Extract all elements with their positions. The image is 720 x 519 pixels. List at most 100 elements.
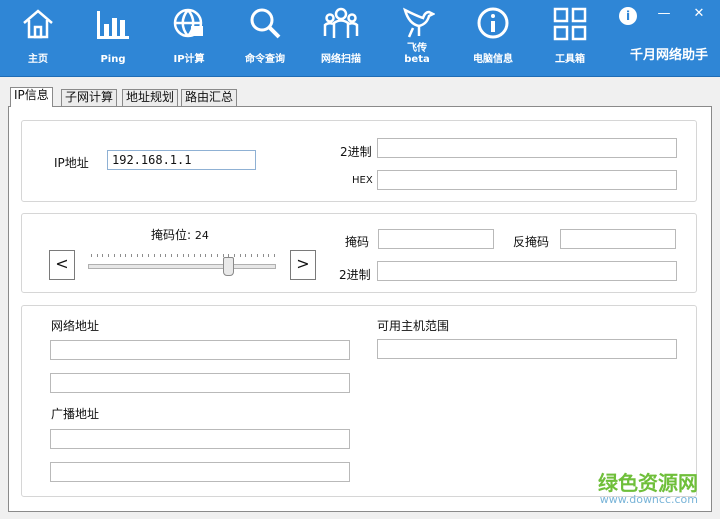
host-range-label: 可用主机范围 xyxy=(377,319,450,333)
slider-tick xyxy=(97,254,98,257)
mask-field[interactable] xyxy=(378,229,494,249)
network-address-label: 网络地址 xyxy=(51,319,100,333)
slider-ticks xyxy=(91,254,275,258)
slider-tick xyxy=(142,254,143,257)
toolbar-network-scan-button[interactable]: 网络扫描 xyxy=(307,0,375,76)
network-address-field-2[interactable] xyxy=(50,373,350,393)
toolbar-home-label: 主页 xyxy=(28,54,48,65)
slider-tick xyxy=(274,254,275,257)
close-button[interactable]: ✕ xyxy=(690,6,708,21)
globe-icon xyxy=(173,8,203,38)
slider-tick xyxy=(188,254,189,257)
slider-track xyxy=(88,264,276,269)
toolbar-home-button[interactable]: 主页 xyxy=(4,0,72,76)
ip-address-label: IP地址 xyxy=(54,156,89,170)
mask-binary-label: 2进制 xyxy=(339,268,371,282)
slider-tick xyxy=(171,254,172,257)
network-address-field-1[interactable] xyxy=(50,340,350,360)
slider-tick xyxy=(211,254,212,257)
watermark-logo-text: 绿色资源网 xyxy=(598,471,698,495)
toolbar-ping-button[interactable]: Ping xyxy=(79,0,147,76)
toolbar-pc-info-label: 电脑信息 xyxy=(473,54,513,65)
mask-label: 掩码 xyxy=(345,235,370,249)
slider-tick xyxy=(194,254,195,257)
inverse-mask-field[interactable] xyxy=(560,229,676,249)
slider-tick xyxy=(160,254,161,257)
slider-tick xyxy=(234,254,235,257)
slider-tick xyxy=(131,254,132,257)
main-area: IP信息 子网计算 地址规划 路由汇总 IP地址 192.168.1.1 2进制… xyxy=(0,76,720,519)
mask-increase-button[interactable]: > xyxy=(290,250,316,280)
result-group: 网络地址 广播地址 可用主机范围 xyxy=(21,305,697,497)
ip-binary-label: 2进制 xyxy=(340,145,372,159)
slider-tick xyxy=(102,254,103,257)
app-brand-title: 千月网络助手 xyxy=(629,48,708,63)
mask-group: 掩码位: 24 < > 掩码 反掩码 2进制 xyxy=(21,213,697,293)
tab-address-plan[interactable]: 地址规划 xyxy=(122,89,179,106)
ip-hex-field[interactable] xyxy=(377,170,677,190)
slider-tick xyxy=(251,254,252,257)
watermark-url: www.downcc.com xyxy=(599,493,698,506)
slider-tick xyxy=(200,254,201,257)
top-toolbar: 主页 Ping IP计算 命令查询 网络扫描 飞传 beta 电脑信息 工具箱 … xyxy=(0,0,720,76)
about-info-button[interactable]: i xyxy=(619,7,637,25)
broadcast-address-label: 广播地址 xyxy=(51,407,100,421)
ip-hex-label: HEX xyxy=(352,175,373,186)
info-icon xyxy=(477,7,509,39)
toolbar-ip-calc-button[interactable]: IP计算 xyxy=(155,0,223,76)
toolbar-network-scan-label: 网络扫描 xyxy=(321,54,361,65)
slider-tick xyxy=(263,254,264,257)
search-icon xyxy=(250,8,281,39)
grid-icon xyxy=(553,7,587,41)
mask-bits-value: 24 xyxy=(194,229,209,242)
mask-binary-field[interactable] xyxy=(377,261,677,281)
broadcast-address-field-2[interactable] xyxy=(50,462,350,482)
slider-tick xyxy=(183,254,184,257)
mask-bits-label: 掩码位: 24 xyxy=(151,226,209,243)
slider-tick xyxy=(137,254,138,257)
dove-icon xyxy=(403,7,435,38)
tab-route-summary[interactable]: 路由汇总 xyxy=(181,89,238,106)
slider-tick xyxy=(154,254,155,257)
tab-ip-info[interactable]: IP信息 xyxy=(10,87,53,107)
slider-tick xyxy=(91,254,92,257)
ip-info-panel: IP地址 192.168.1.1 2进制 HEX 掩码位: 24 < > 掩码 … xyxy=(8,106,712,512)
toolbar-command-query-button[interactable]: 命令查询 xyxy=(231,0,299,76)
toolbar-ip-calc-label: IP计算 xyxy=(173,54,205,65)
ip-binary-field[interactable] xyxy=(377,138,677,158)
bar-chart-icon xyxy=(97,11,129,39)
host-range-field[interactable] xyxy=(377,339,677,359)
slider-tick xyxy=(268,254,269,257)
toolbar-fly-transfer-beta: beta xyxy=(404,54,430,65)
slider-tick xyxy=(205,254,206,257)
mask-bits-slider[interactable] xyxy=(88,250,278,280)
minimize-button[interactable]: — xyxy=(655,6,673,21)
slider-tick xyxy=(120,254,121,257)
slider-tick xyxy=(217,254,218,257)
slider-thumb[interactable] xyxy=(223,257,234,276)
broadcast-address-field-1[interactable] xyxy=(50,429,350,449)
people-icon xyxy=(323,7,359,38)
mask-bits-caption: 掩码位: xyxy=(151,228,192,242)
slider-tick xyxy=(165,254,166,257)
slider-tick xyxy=(125,254,126,257)
ip-address-group: IP地址 192.168.1.1 2进制 HEX xyxy=(21,120,697,202)
slider-tick xyxy=(240,254,241,257)
toolbar-toolbox-label: 工具箱 xyxy=(555,54,585,65)
slider-tick xyxy=(114,254,115,257)
toolbar-fly-transfer-button[interactable]: 飞传 beta xyxy=(383,0,451,76)
slider-tick xyxy=(245,254,246,257)
toolbar-pc-info-button[interactable]: 电脑信息 xyxy=(459,0,527,76)
inverse-mask-label: 反掩码 xyxy=(513,235,550,249)
slider-tick xyxy=(148,254,149,257)
home-icon xyxy=(23,9,53,39)
toolbar-ping-label: Ping xyxy=(100,54,126,65)
tab-subnet-calc[interactable]: 子网计算 xyxy=(61,89,118,106)
toolbar-command-query-label: 命令查询 xyxy=(245,54,285,65)
slider-tick xyxy=(257,254,258,257)
ip-address-input[interactable]: 192.168.1.1 xyxy=(107,150,256,170)
toolbar-toolbox-button[interactable]: 工具箱 xyxy=(536,0,604,76)
slider-tick xyxy=(108,254,109,257)
slider-tick xyxy=(177,254,178,257)
mask-decrease-button[interactable]: < xyxy=(49,250,75,280)
